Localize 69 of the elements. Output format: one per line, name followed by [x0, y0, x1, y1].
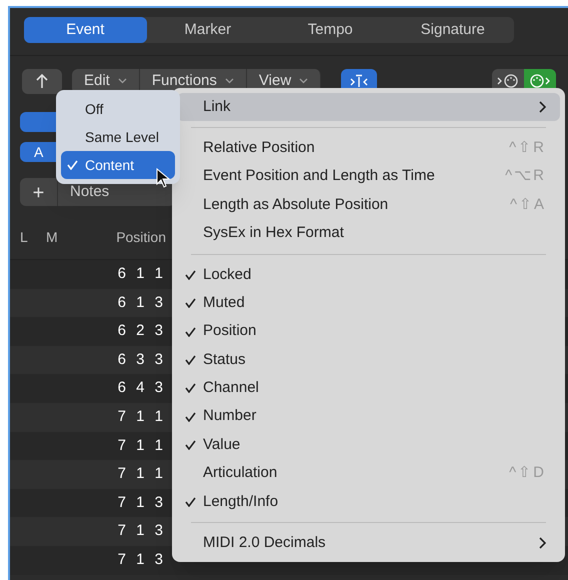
menu-item[interactable]: Number — [177, 402, 560, 431]
menu-label: MIDI 2.0 Decimals — [203, 532, 326, 553]
turn-up-arrow-icon — [35, 73, 49, 89]
menu-label: Off — [85, 100, 104, 118]
menu-item[interactable]: Event Position and Length as Time ^⌥R — [177, 162, 560, 191]
position-cell-text: 7 1 3 — [116, 492, 166, 513]
menu-label: Articulation — [203, 463, 278, 484]
tab[interactable]: Marker — [146, 17, 269, 43]
menu-item[interactable]: Locked — [177, 260, 560, 289]
menu-label: SysEx in Hex Format — [203, 223, 344, 244]
menu-item[interactable]: Length as Absolute Position ^⇧A — [177, 190, 560, 220]
menu-label: Content — [85, 156, 134, 174]
menu-label: Value — [203, 434, 240, 455]
tab[interactable]: Tempo — [269, 17, 392, 43]
position-cell-text: 6 1 3 — [116, 292, 166, 313]
shortcut-text: ^⇧A — [510, 194, 546, 215]
chevron-right-icon — [539, 537, 546, 550]
menu-label: Position — [203, 321, 256, 342]
position-cell-text: 6 4 3 — [116, 378, 166, 398]
menu-item[interactable]: Value — [177, 430, 560, 460]
menu-item[interactable]: Length/Info — [177, 488, 560, 516]
menu-label: Event Position and Length as Time — [203, 166, 435, 186]
position-cell-text: 7 1 3 — [116, 550, 166, 570]
menu-label: Relative Position — [203, 138, 315, 158]
midi-port-icon — [529, 74, 551, 88]
position-cell-text: 7 1 1 — [116, 407, 166, 428]
menu-label: Link — [203, 96, 231, 117]
up-arrow-button[interactable] — [22, 68, 62, 94]
menu-label: Locked — [203, 264, 252, 284]
position-cell-text: 7 1 1 — [116, 464, 166, 484]
tab[interactable]: Event — [24, 17, 146, 43]
column-header: M — [45, 228, 59, 247]
menu-label: Length as Absolute Position — [203, 194, 388, 215]
chevron-right-icon — [539, 101, 546, 113]
column-header: Position — [115, 228, 166, 247]
position-cell-text: 6 3 3 — [116, 350, 166, 370]
menu-item[interactable]: SysEx in Hex Format — [177, 219, 560, 248]
menu-item[interactable]: Position — [177, 317, 560, 346]
mouse-pointer-icon — [156, 168, 170, 188]
menu-label: Number — [203, 406, 256, 426]
menu-item[interactable]: Muted — [177, 288, 560, 318]
menu-label: Length/Info — [203, 492, 278, 512]
position-cell-text: 6 2 3 — [116, 321, 166, 342]
shortcut-text: ^⌥R — [505, 166, 546, 186]
column-header: L — [19, 228, 29, 247]
menu-item[interactable]: Status — [177, 346, 560, 374]
menu-label: Status — [203, 350, 246, 370]
position-cell-text: 7 1 1 — [116, 436, 166, 456]
position-cell-text: 6 1 1 — [116, 264, 166, 284]
menu-item[interactable]: Relative Position ^⇧R — [177, 134, 560, 162]
menu-item[interactable]: Channel — [177, 374, 560, 403]
menu-item[interactable]: MIDI 2.0 Decimals — [177, 529, 560, 558]
menu-item[interactable]: Link — [177, 93, 560, 121]
submenu-item[interactable]: Off — [61, 95, 175, 123]
shortcut-text: ^⇧D — [509, 463, 546, 484]
menu-label: Muted — [203, 292, 245, 313]
chevron-down-icon — [118, 78, 127, 84]
chevron-down-icon — [224, 78, 234, 84]
menu-label: Channel — [203, 378, 259, 398]
filter-button[interactable]: Notes — [58, 178, 110, 206]
tab[interactable]: Signature — [392, 17, 514, 43]
pin-arrows-icon — [349, 74, 370, 88]
menu-item[interactable]: Articulation ^⇧D — [177, 459, 560, 488]
shortcut-text: ^⇧R — [509, 138, 546, 158]
menu-label: Same Level — [85, 128, 159, 146]
checkmark-icon — [67, 160, 78, 170]
chevron-down-icon — [299, 78, 308, 84]
submenu-item[interactable]: Content — [61, 151, 175, 179]
position-cell-text: 7 1 3 — [116, 521, 166, 542]
